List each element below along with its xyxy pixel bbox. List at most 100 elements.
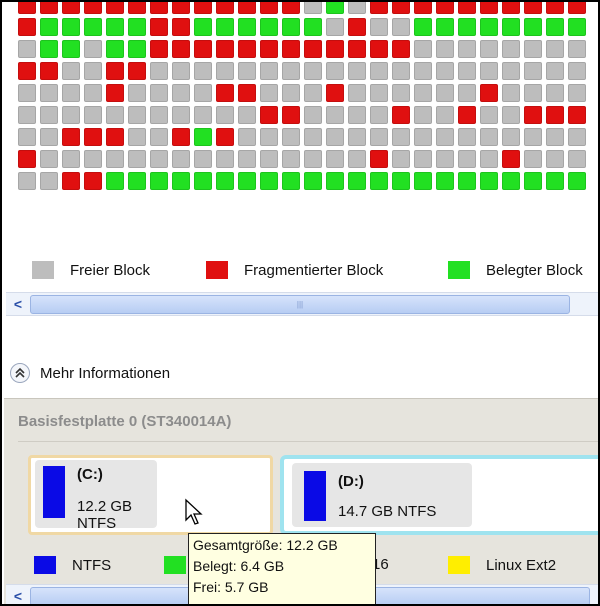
fragmented-block [172, 2, 190, 14]
free-block [348, 62, 366, 80]
fragmented-block [84, 2, 102, 14]
used-block [568, 18, 586, 36]
free-block [436, 62, 454, 80]
used-block [194, 18, 212, 36]
used-block [414, 172, 432, 190]
fragmented-block [260, 40, 278, 58]
free-block [18, 128, 36, 146]
used-block [194, 172, 212, 190]
free-block [502, 106, 520, 124]
partition-d[interactable]: (D:) 14.7 GB NTFS [280, 455, 598, 535]
free-block [260, 84, 278, 102]
fragmented-block [106, 84, 124, 102]
free-block [238, 62, 256, 80]
fragmented-block [392, 106, 410, 124]
free-block [150, 106, 168, 124]
used-block [282, 172, 300, 190]
fragmented-block [62, 2, 80, 14]
block-map-scrollbar[interactable]: < ||| [6, 292, 598, 316]
partition-c[interactable]: (C:) 12.2 GB NTFS [28, 455, 273, 535]
ntfs-color-bar [43, 466, 65, 518]
free-block [216, 150, 234, 168]
free-block [568, 40, 586, 58]
legend-linux-ext2: Linux Ext2 [448, 556, 556, 574]
free-block [414, 106, 432, 124]
legend-fragmented-block: Fragmentierter Block [206, 261, 383, 279]
fragmented-block [128, 62, 146, 80]
used-block [326, 172, 344, 190]
used-block [458, 18, 476, 36]
used-block [414, 18, 432, 36]
free-block [392, 62, 410, 80]
tooltip-total: Gesamtgröße: 12.2 GB [193, 537, 338, 553]
used-block [40, 18, 58, 36]
used-block [128, 172, 146, 190]
free-block [216, 62, 234, 80]
free-block [216, 106, 234, 124]
fragmented-block [370, 40, 388, 58]
free-block [62, 84, 80, 102]
free-block [436, 150, 454, 168]
scroll-left-arrow-icon[interactable]: < [10, 294, 26, 314]
free-block [392, 128, 410, 146]
free-block [436, 128, 454, 146]
free-block-swatch [32, 261, 54, 279]
scrollbar-thumb[interactable]: ||| [30, 295, 570, 314]
fragmented-block [260, 106, 278, 124]
fragmented-block [414, 2, 432, 14]
fragmented-block [458, 106, 476, 124]
fragmented-block [348, 18, 366, 36]
used-block [260, 18, 278, 36]
fragmented-block [370, 2, 388, 14]
grip-icon: ||| [296, 300, 304, 309]
free-block [62, 106, 80, 124]
fragmented-block [480, 2, 498, 14]
free-block [370, 84, 388, 102]
free-block [238, 106, 256, 124]
fragmented-block [568, 106, 586, 124]
partition-tooltip: Gesamtgröße: 12.2 GB Belegt: 6.4 GB Frei… [188, 533, 376, 604]
free-block [568, 128, 586, 146]
free-block [304, 84, 322, 102]
fragmented-block [480, 84, 498, 102]
free-block [128, 106, 146, 124]
partition-d-name: (D:) [338, 473, 364, 490]
double-chevron-up-icon[interactable] [10, 363, 30, 383]
used-block [502, 18, 520, 36]
block-map [18, 2, 598, 228]
free-block [304, 150, 322, 168]
fragmented-block [392, 40, 410, 58]
fragmented-block [40, 62, 58, 80]
fragmented-block [172, 40, 190, 58]
fragmented-block [546, 106, 564, 124]
free-block [414, 40, 432, 58]
fragmented-block [348, 40, 366, 58]
free-block [40, 150, 58, 168]
used-block [458, 172, 476, 190]
free-block [84, 106, 102, 124]
used-block [370, 172, 388, 190]
fragmented-block [502, 2, 520, 14]
free-block [568, 62, 586, 80]
divider [18, 441, 598, 442]
fragmented-block [392, 2, 410, 14]
free-block [436, 40, 454, 58]
more-info-label[interactable]: Mehr Informationen [40, 365, 170, 382]
free-block [238, 150, 256, 168]
free-block [128, 150, 146, 168]
free-block [480, 150, 498, 168]
used-block [128, 18, 146, 36]
legend-linux-ext2-label: Linux Ext2 [486, 556, 557, 574]
free-block [458, 40, 476, 58]
used-block [326, 2, 344, 14]
free-block [436, 84, 454, 102]
more-info-toggle[interactable]: Mehr Informationen [10, 363, 170, 383]
fragmented-block [304, 40, 322, 58]
fragmented-block [150, 2, 168, 14]
free-block [502, 84, 520, 102]
used-block [106, 18, 124, 36]
free-block [304, 2, 322, 14]
used-block [524, 172, 542, 190]
scroll-left-arrow-icon[interactable]: < [10, 586, 26, 604]
fragmented-block [150, 18, 168, 36]
